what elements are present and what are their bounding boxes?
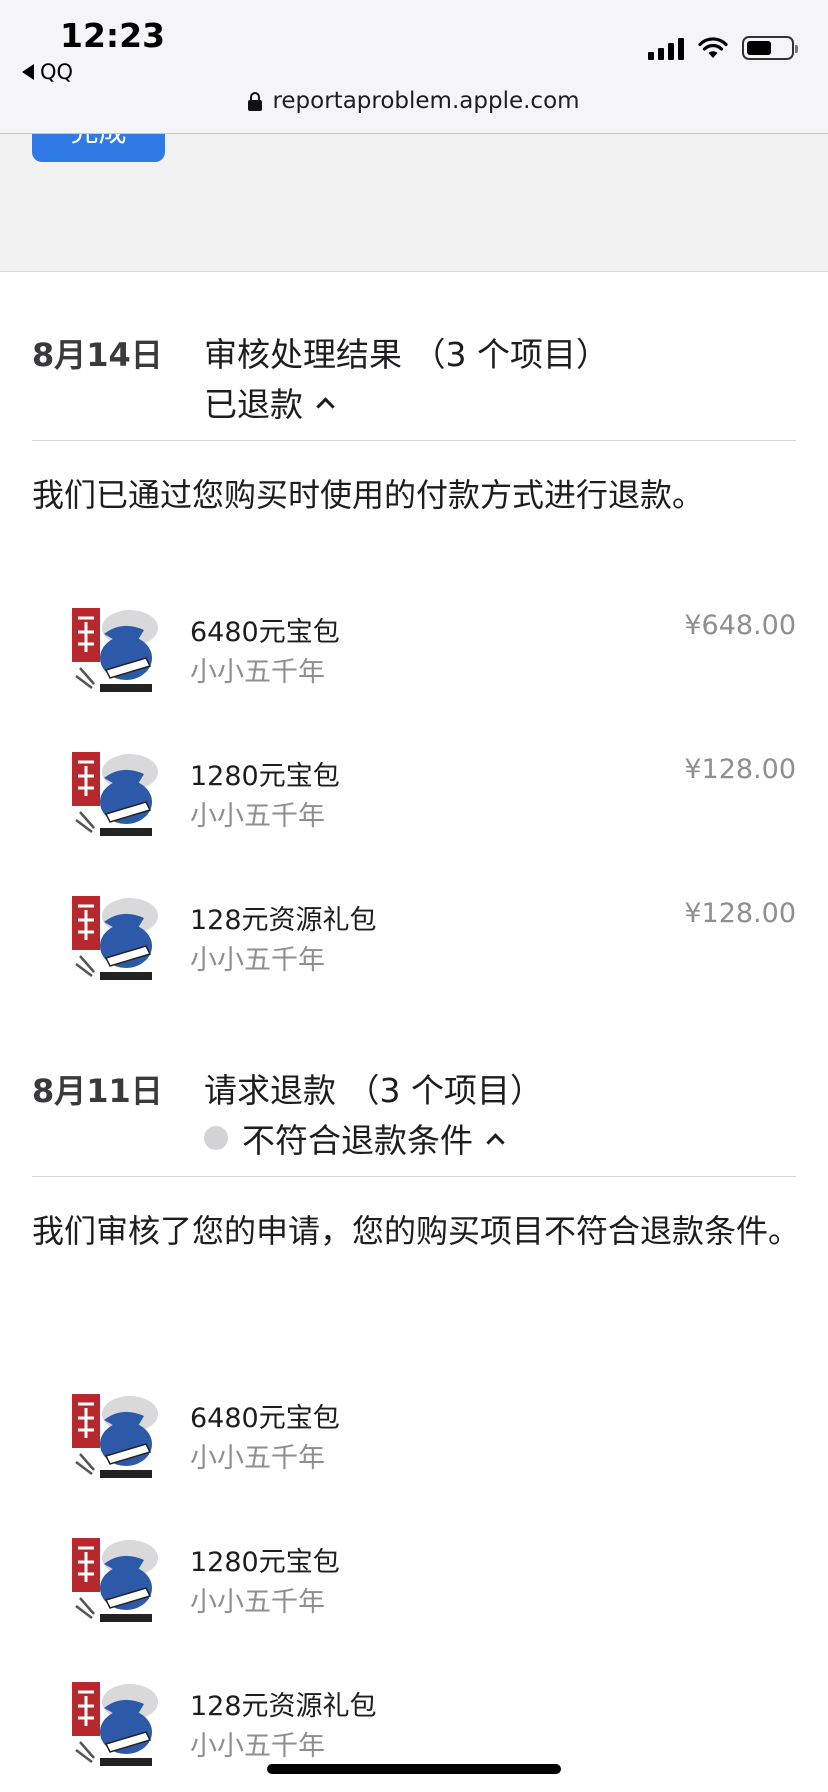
list-item[interactable]: 1280元宝包 小小五千年	[0, 1534, 828, 1634]
item-app: 小小五千年	[190, 945, 325, 976]
section-date: 8月11日	[32, 1072, 163, 1110]
divider	[32, 1176, 796, 1177]
status-dot-icon	[204, 1126, 228, 1150]
list-item[interactable]: 6480元宝包 小小五千年	[0, 1390, 828, 1490]
status-time: 12:23	[60, 16, 166, 55]
item-name: 128元资源礼包	[190, 905, 377, 936]
item-app: 小小五千年	[190, 657, 325, 688]
list-item[interactable]: 6480元宝包 小小五千年 ¥648.00	[0, 604, 828, 704]
chevron-up-icon	[316, 396, 335, 416]
chevron-up-icon	[486, 1132, 505, 1152]
app-icon	[70, 748, 162, 840]
item-price: ¥128.00	[684, 898, 796, 929]
item-app: 小小五千年	[190, 1731, 325, 1762]
back-to-app-button[interactable]: QQ	[22, 60, 73, 84]
item-name: 1280元宝包	[190, 761, 340, 792]
list-item[interactable]: 128元资源礼包 小小五千年	[0, 1678, 828, 1778]
section-date: 8月14日	[32, 336, 163, 374]
app-icon	[70, 892, 162, 984]
list-item[interactable]: 1280元宝包 小小五千年 ¥128.00	[0, 748, 828, 848]
item-name: 1280元宝包	[190, 1547, 340, 1578]
status-icons	[648, 36, 798, 60]
item-app: 小小五千年	[190, 1587, 325, 1618]
divider	[32, 440, 796, 441]
wifi-icon	[698, 37, 728, 58]
app-icon	[70, 1534, 162, 1626]
section-status: 不符合退款条件	[242, 1121, 473, 1160]
item-price: ¥648.00	[684, 610, 796, 641]
item-name: 6480元宝包	[190, 1403, 340, 1434]
section-title: 审核处理结果 （3 个项目）	[204, 335, 609, 374]
app-icon	[70, 1390, 162, 1482]
section-status-toggle[interactable]: 不符合退款条件	[204, 1114, 505, 1162]
list-item[interactable]: 128元资源礼包 小小五千年 ¥128.00	[0, 892, 828, 992]
section-title: 请求退款 （3 个项目）	[204, 1071, 543, 1110]
back-app-label: QQ	[40, 60, 74, 84]
back-triangle-icon	[22, 64, 34, 80]
lock-icon	[248, 91, 263, 111]
item-app: 小小五千年	[190, 1443, 325, 1474]
status-and-address-bar: 12:23 QQ reportaproblem.apple.com	[0, 0, 828, 134]
item-app: 小小五千年	[190, 801, 325, 832]
section-description: 我们审核了您的申请，您的购买项目不符合退款条件。	[32, 1212, 801, 1250]
app-icon	[70, 1678, 162, 1770]
item-price: ¥128.00	[684, 754, 796, 785]
item-name: 128元资源礼包	[190, 1691, 377, 1722]
home-indicator[interactable]	[267, 1764, 561, 1774]
battery-icon	[742, 36, 798, 60]
section-status-toggle[interactable]: 已退款	[204, 378, 335, 426]
url-text: reportaproblem.apple.com	[272, 88, 580, 114]
cellular-signal-icon	[648, 36, 684, 60]
section-description: 我们已通过您购买时使用的付款方式进行退款。	[32, 476, 705, 514]
item-name: 6480元宝包	[190, 617, 340, 648]
battery-level	[747, 41, 772, 55]
app-icon	[70, 604, 162, 696]
section-status: 已退款	[204, 385, 303, 424]
address-bar[interactable]: reportaproblem.apple.com	[0, 88, 828, 114]
